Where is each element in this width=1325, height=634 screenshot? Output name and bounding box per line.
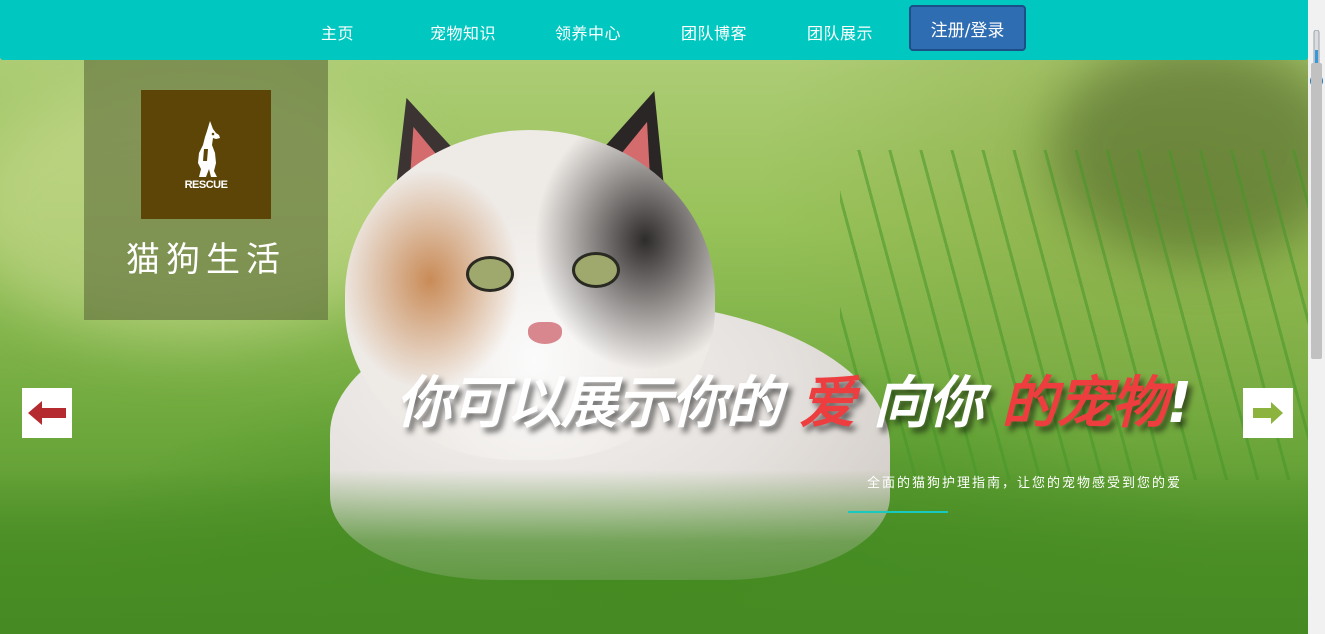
arrow-right-icon bbox=[1253, 402, 1283, 424]
nav-item-team-blog[interactable]: 团队博客 bbox=[681, 20, 747, 44]
arrow-left-icon bbox=[28, 401, 66, 425]
logo-emblem-text: RESCUE bbox=[184, 178, 228, 191]
headline-highlight: 的宠物 bbox=[1001, 371, 1168, 436]
headline-highlight: 爱 bbox=[799, 371, 856, 436]
logo-panel: RESCUE 猫狗生活 bbox=[84, 60, 328, 320]
nav-item-team-showcase[interactable]: 团队展示 bbox=[807, 20, 873, 44]
cat-eye bbox=[572, 252, 620, 288]
headline-text: ! bbox=[1166, 371, 1193, 436]
site-name: 猫狗生活 bbox=[126, 240, 286, 280]
top-navigation: 主页 宠物知识 领养中心 团队博客 团队展示 注册/登录 bbox=[0, 0, 1308, 60]
hero-headline: 你可以展示你的 爱 向你 的宠物! bbox=[396, 358, 1193, 439]
cat-nose bbox=[528, 322, 562, 344]
grass-foreground bbox=[0, 470, 1308, 634]
dog-icon bbox=[198, 120, 220, 177]
vertical-scrollbar[interactable] bbox=[1308, 0, 1325, 634]
nav-item-pet-knowledge[interactable]: 宠物知识 bbox=[430, 20, 496, 44]
slider-prev-button[interactable] bbox=[22, 388, 72, 438]
rescue-logo[interactable]: RESCUE bbox=[141, 90, 271, 219]
cat-eye bbox=[466, 256, 514, 292]
nav-item-home[interactable]: 主页 bbox=[321, 20, 354, 44]
headline-text: 向你 bbox=[873, 371, 984, 436]
nav-item-adoption-center[interactable]: 领养中心 bbox=[555, 20, 621, 44]
register-login-button[interactable]: 注册/登录 bbox=[909, 5, 1026, 51]
headline-text: 你可以展示你的 bbox=[396, 371, 782, 436]
hero-subtitle: 全面的猫狗护理指南，让您的宠物感受到您的爱 bbox=[867, 476, 1183, 491]
scrollbar-thumb[interactable] bbox=[1311, 63, 1322, 359]
hero-underline bbox=[848, 511, 948, 513]
slider-next-button[interactable] bbox=[1243, 388, 1293, 438]
